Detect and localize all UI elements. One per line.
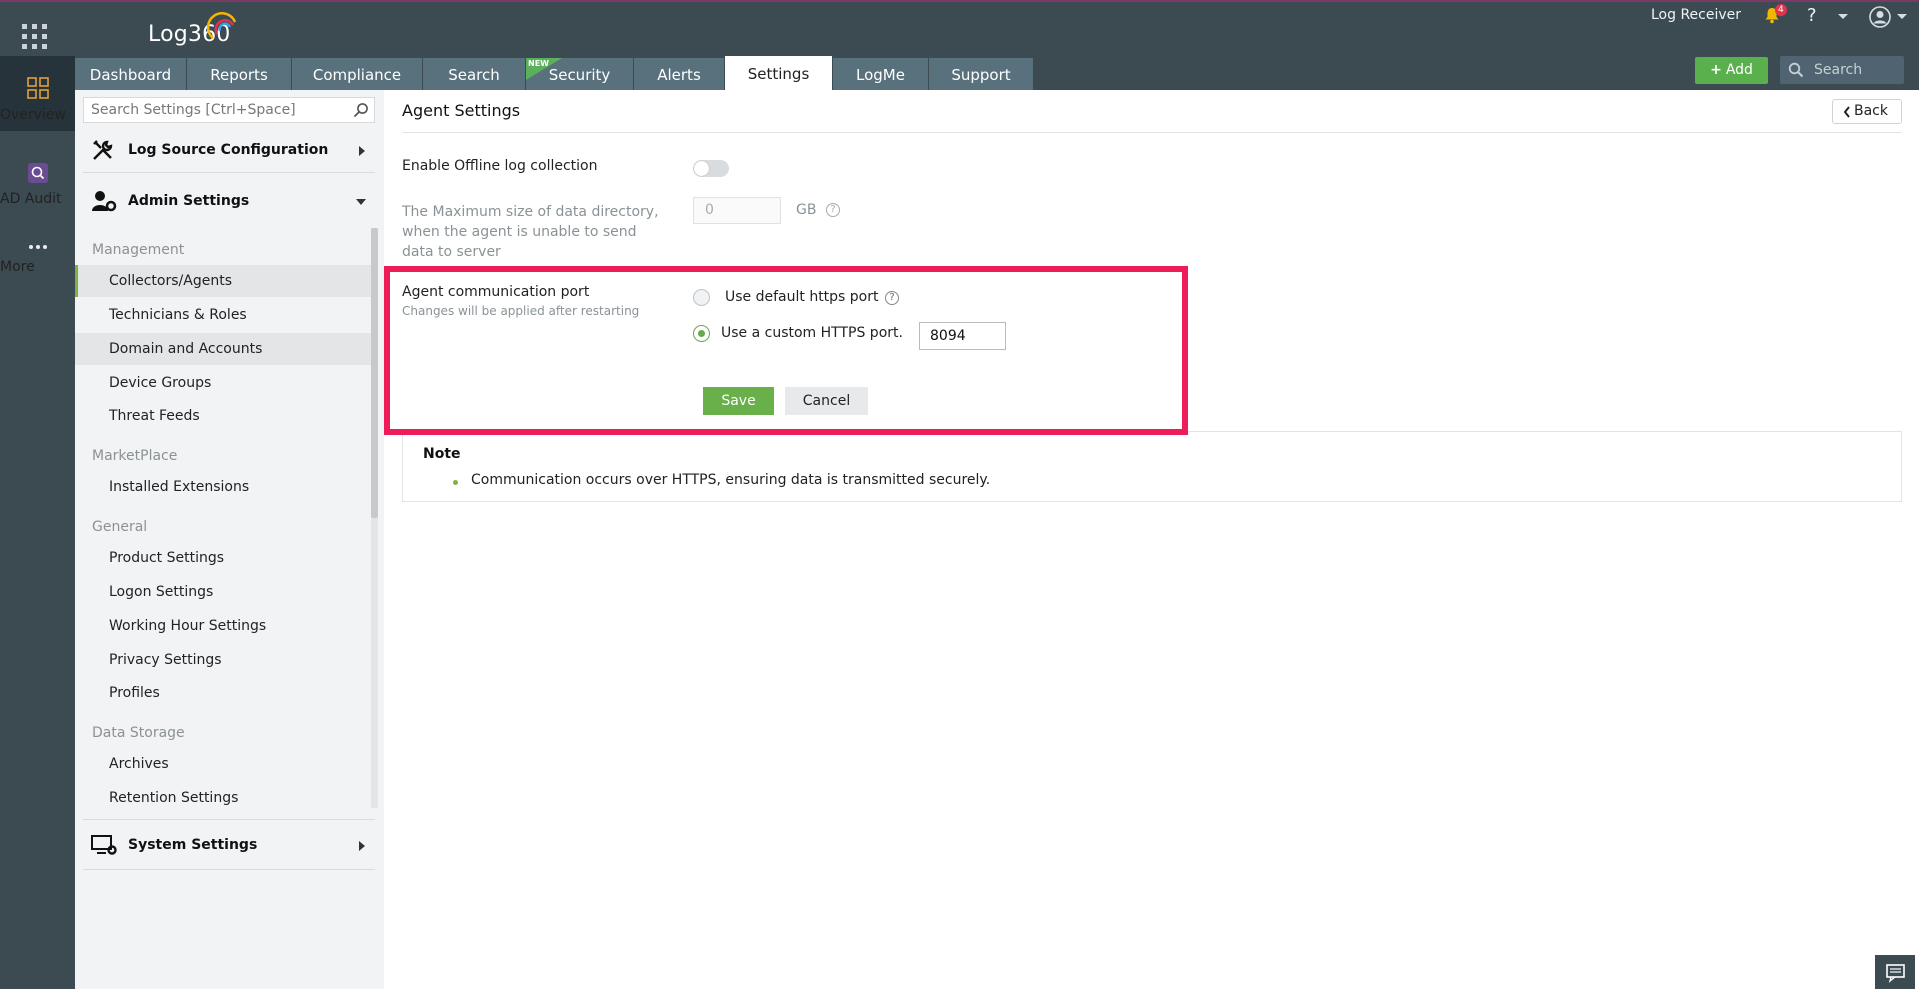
custom-port-input[interactable]: 8094 [919,322,1006,350]
sidebar-item-installed-extensions[interactable]: Installed Extensions [75,471,375,503]
divider [83,869,375,870]
group-label-marketplace: MarketPlace [92,448,178,464]
more-icon [28,245,47,249]
tab-reports[interactable]: Reports [187,58,292,92]
ad-audit-icon [27,163,48,183]
expand-arrow-icon [359,841,365,851]
port-label: Agent communication port [402,284,590,300]
search-icon[interactable] [353,102,369,118]
main-tabs: Dashboard Reports Compliance Search NEW … [75,56,1034,92]
divider [83,819,375,820]
tools-icon [93,140,113,160]
group-label-data-storage: Data Storage [92,725,185,741]
sidebar-item-retention-settings[interactable]: Retention Settings [75,782,375,814]
tab-support[interactable]: Support [929,58,1034,92]
logo-swirl-icon [206,12,237,39]
log-receiver-link[interactable]: Log Receiver [1651,7,1741,23]
offline-collection-label: Enable Offline log collection [402,158,598,174]
collapse-arrow-icon [356,199,366,205]
rail-label-ad-audit: AD Audit [0,191,62,207]
question-icon[interactable]: ? [826,203,840,217]
back-button-label: Back [1854,103,1888,119]
overview-icon [26,77,49,99]
question-icon[interactable]: ? [885,291,899,305]
user-caret-icon[interactable] [1897,14,1907,19]
chat-button[interactable] [1875,955,1915,989]
admin-user-gear-icon [92,191,117,212]
tab-compliance[interactable]: Compliance [292,58,423,92]
add-button[interactable]: + Add [1695,57,1768,84]
monitor-gear-icon [91,835,117,855]
user-avatar-icon[interactable] [1869,6,1891,28]
rail-item-overview[interactable]: Overview [0,56,75,131]
app-launcher-icon[interactable] [22,24,52,54]
help-caret-icon[interactable] [1838,14,1848,19]
main-content: Agent Settings Back Enable Offline log c… [384,90,1919,989]
tab-dashboard[interactable]: Dashboard [75,58,187,92]
rail-item-ad-audit[interactable]: AD Audit [0,162,75,212]
sidebar-item-logon-settings[interactable]: Logon Settings [75,576,375,608]
group-label-management: Management [92,242,185,258]
section-system-label: System Settings [128,837,258,853]
tab-search[interactable]: Search [423,58,526,92]
sidebar-item-archives[interactable]: Archives [75,748,375,780]
chat-icon [1886,964,1905,983]
bullet-icon [453,480,458,485]
tab-alerts[interactable]: Alerts [634,58,725,92]
expand-arrow-icon [359,146,365,156]
add-button-label: Add [1725,62,1753,78]
left-rail: Overview AD Audit More [0,2,75,989]
sidebar-item-technicians-roles[interactable]: Technicians & Roles [75,299,375,331]
section-admin-label: Admin Settings [128,193,250,209]
sidebar-item-product-settings[interactable]: Product Settings [75,542,375,574]
rail-label-more: More [0,259,35,275]
help-icon[interactable]: ? [1807,5,1817,26]
sidebar-item-device-groups[interactable]: Device Groups [75,367,375,399]
custom-port-radio[interactable] [693,325,710,342]
sidebar-scrollbar[interactable] [371,228,378,518]
max-size-input: 0 [693,197,781,224]
sidebar-item-privacy-settings[interactable]: Privacy Settings [75,644,375,676]
rail-item-more[interactable]: More [0,242,75,292]
tab-security[interactable]: NEW Security [526,58,634,92]
group-label-general: General [92,519,148,535]
page-title: Agent Settings [402,101,521,120]
chevron-left-icon [1843,106,1850,118]
title-divider [402,132,1902,133]
note-panel: Note Communication occurs over HTTPS, en… [402,431,1902,502]
custom-port-label[interactable]: Use a custom HTTPS port. [721,325,903,341]
sidebar-item-collectors-agents[interactable]: Collectors/Agents [75,265,375,297]
section-log-source-configuration[interactable]: Log Source Configuration [75,130,375,170]
new-badge-text: NEW [528,59,549,68]
toggle-knob [694,161,709,176]
offline-collection-toggle[interactable] [693,160,729,177]
top-header: Log360 Log Receiver 4 ? Dashboard Report… [75,2,1919,92]
note-title: Note [423,446,461,462]
port-hint: Changes will be applied after restarting [402,304,640,318]
divider [83,172,375,173]
max-size-unit: GB [796,202,817,218]
section-log-source-label: Log Source Configuration [128,142,329,158]
rail-label-overview: Overview [0,107,66,123]
search-icon [1788,62,1804,78]
cancel-button[interactable]: Cancel [785,387,868,415]
section-system-settings[interactable]: System Settings [75,825,375,865]
default-port-radio[interactable] [693,289,710,306]
tab-settings[interactable]: Settings [725,56,833,92]
settings-sidebar: Search Settings [Ctrl+Space] Log Source … [75,90,384,989]
section-admin-settings[interactable]: Admin Settings [75,181,375,221]
save-button[interactable]: Save [703,387,774,415]
default-port-label[interactable]: Use default https port [725,289,879,305]
max-size-label: The Maximum size of data directory, when… [402,204,659,260]
tab-logme[interactable]: LogMe [833,58,929,92]
sidebar-item-threat-feeds[interactable]: Threat Feeds [75,400,375,432]
sidebar-item-domain-accounts[interactable]: Domain and Accounts [75,333,375,365]
sidebar-item-profiles[interactable]: Profiles [75,677,375,709]
sidebar-item-working-hour-settings[interactable]: Working Hour Settings [75,610,375,642]
note-text: Communication occurs over HTTPS, ensurin… [471,472,991,488]
back-button[interactable]: Back [1832,99,1902,124]
plus-icon: + [1710,62,1722,78]
notification-badge: 4 [1775,4,1787,16]
settings-search-input[interactable]: Search Settings [Ctrl+Space] [83,97,375,123]
